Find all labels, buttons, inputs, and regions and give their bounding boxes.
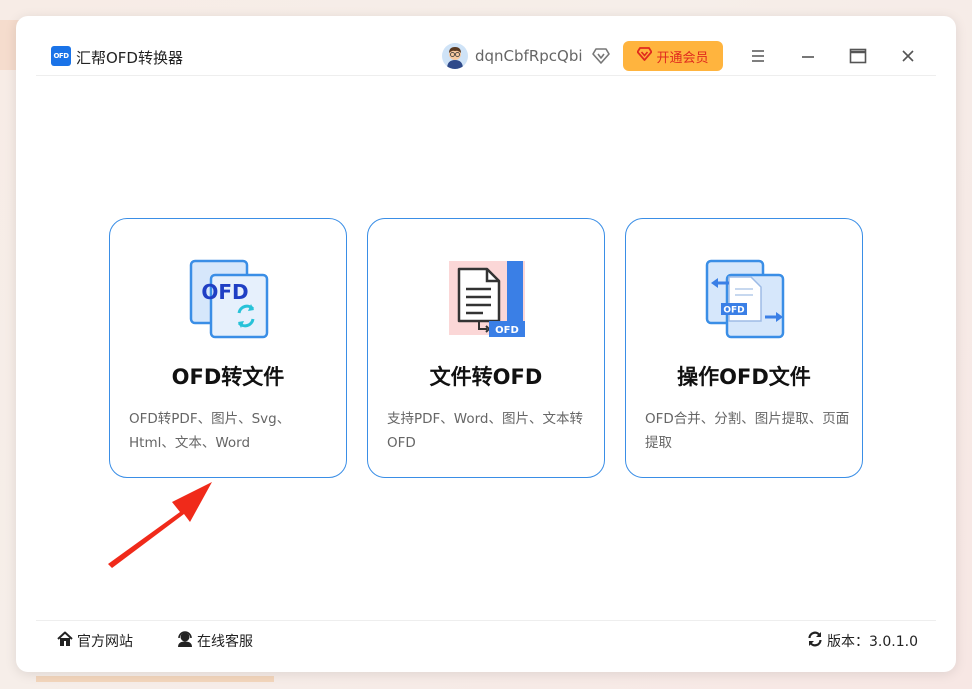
- official-site-link[interactable]: 官方网站: [56, 630, 133, 652]
- version-info: 版本：3.0.1.0: [806, 630, 918, 652]
- card-description: 支持PDF、Word、图片、文本转OFD: [387, 411, 584, 451]
- card-description: OFD转PDF、图片、Svg、Html、文本、Word: [129, 411, 291, 451]
- vip-button[interactable]: 开通会员: [623, 41, 723, 71]
- username[interactable]: dqnCbfRpcQbi: [475, 47, 583, 65]
- background-strip: [36, 676, 274, 682]
- card-file-to-ofd[interactable]: OFD 文件转OFD 支持PDF、Word、图片、文本转OFD: [367, 218, 605, 478]
- online-service-label: 在线客服: [197, 634, 253, 650]
- app-logo-icon: OFD: [51, 46, 71, 66]
- card-operate-ofd[interactable]: OFD 操作OFD文件 OFD合并、分割、图片提取、页面提取: [625, 218, 863, 478]
- card-title: OFD转文件: [171, 365, 285, 389]
- maximize-icon[interactable]: [846, 44, 870, 68]
- refresh-icon[interactable]: [806, 630, 824, 652]
- user-avatar[interactable]: [442, 43, 468, 69]
- app-title: 汇帮OFD转换器: [76, 49, 183, 67]
- vip-button-label: 开通会员: [656, 50, 709, 66]
- menu-icon[interactable]: [746, 44, 770, 68]
- file-to-ofd-icon: OFD: [445, 257, 529, 341]
- vip-diamond-icon: [637, 47, 653, 65]
- svg-text:OFD: OFD: [201, 280, 248, 304]
- footer-bar: 官方网站 在线客服 版本：3.0.1.0: [36, 620, 936, 656]
- ofd-to-file-icon: OFD: [187, 257, 271, 341]
- svg-text:OFD: OFD: [495, 325, 519, 336]
- version-label: 版本：3.0.1.0: [827, 634, 918, 650]
- annotation-arrow: [104, 474, 234, 570]
- card-description: OFD合并、分割、图片提取、页面提取: [645, 411, 850, 451]
- svg-text:OFD: OFD: [723, 306, 744, 316]
- official-site-label: 官方网站: [77, 634, 133, 650]
- customer-service-icon: [176, 630, 194, 652]
- operate-ofd-icon: OFD: [703, 257, 787, 341]
- card-title: 文件转OFD: [429, 365, 543, 389]
- home-icon: [56, 630, 74, 652]
- diamond-icon[interactable]: [591, 46, 611, 66]
- card-title: 操作OFD文件: [677, 365, 811, 389]
- close-icon[interactable]: [896, 44, 920, 68]
- card-ofd-to-file[interactable]: OFD OFD转文件 OFD转PDF、图片、Svg、Html、文本、Word: [109, 218, 347, 478]
- minimize-icon[interactable]: [796, 44, 820, 68]
- title-bar: OFD 汇帮OFD转换器 dqnCbfRpcQbi 开通会员: [36, 40, 936, 76]
- online-service-link[interactable]: 在线客服: [176, 630, 253, 652]
- app-window: OFD 汇帮OFD转换器 dqnCbfRpcQbi 开通会员 OFD OFD转文…: [16, 16, 956, 672]
